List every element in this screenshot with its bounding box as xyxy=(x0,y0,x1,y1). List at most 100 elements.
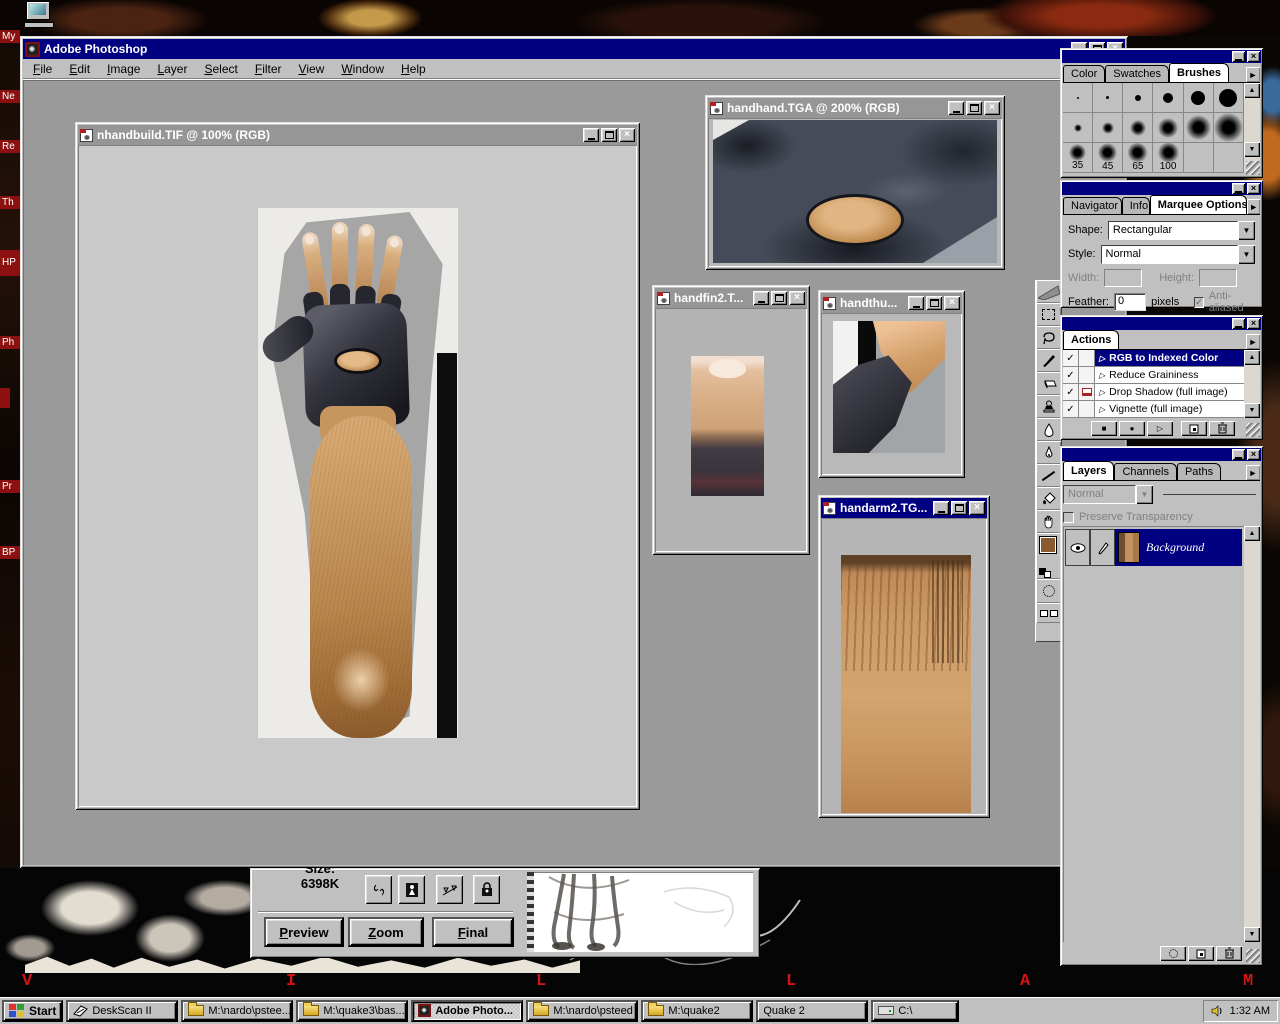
menu-view[interactable]: View xyxy=(299,62,325,76)
menu-edit[interactable]: Edit xyxy=(69,62,90,76)
expander-icon[interactable]: ▷ xyxy=(1099,371,1105,380)
menu-window[interactable]: Window xyxy=(341,62,384,76)
chevron-down-icon[interactable]: ▼ xyxy=(1238,221,1255,240)
close-icon[interactable]: × xyxy=(619,128,635,142)
brush-swatch[interactable]: 100 xyxy=(1153,143,1183,173)
action-row[interactable]: ✓ ▷RGB to Indexed Color xyxy=(1063,350,1244,367)
document-titlebar[interactable]: handhand.TGA @ 200% (RGB) × xyxy=(708,98,1002,118)
color-swatches[interactable] xyxy=(1036,533,1061,579)
lasso-tool-icon[interactable] xyxy=(1036,326,1061,349)
document-window-handfin2[interactable]: handfin2.T... × xyxy=(652,285,810,555)
minimize-button[interactable] xyxy=(1232,318,1245,329)
action-row[interactable]: ✓ ▷Reduce Graininess xyxy=(1063,367,1244,384)
brush-swatch[interactable] xyxy=(1184,113,1214,143)
desktop-icon-label[interactable]: Ne xyxy=(0,90,20,103)
close-icon[interactable]: × xyxy=(969,501,985,515)
rubber-stamp-tool-icon[interactable] xyxy=(1036,395,1061,418)
brush-swatch[interactable]: 45 xyxy=(1093,143,1123,173)
brush-swatch[interactable] xyxy=(1123,113,1153,143)
document-window-nhandbuild[interactable]: nhandbuild.TIF @ 100% (RGB) × xyxy=(75,122,640,810)
brush-swatch[interactable] xyxy=(1153,113,1183,143)
minimize-button[interactable] xyxy=(948,101,964,115)
paint-bucket-tool-icon[interactable] xyxy=(1036,487,1061,510)
quick-mask-icon[interactable] xyxy=(1036,579,1061,603)
document-window-handarm2[interactable]: handarm2.TG... × xyxy=(818,495,990,818)
scroll-down-icon[interactable]: ▼ xyxy=(1244,403,1260,418)
resize-grip[interactable] xyxy=(1246,161,1260,175)
taskbar-item-folder-4[interactable]: M:\quake2 xyxy=(641,1000,753,1022)
scroll-down-icon[interactable]: ▼ xyxy=(1244,142,1260,157)
brush-swatch[interactable] xyxy=(1063,83,1093,113)
minimize-button[interactable] xyxy=(753,291,769,305)
maximize-button[interactable] xyxy=(951,501,967,515)
new-layer-icon[interactable] xyxy=(1188,946,1214,961)
feather-field[interactable]: 0 xyxy=(1114,293,1146,311)
brush-swatch[interactable]: 65 xyxy=(1123,143,1153,173)
photoshop-titlebar[interactable]: Adobe Photoshop × xyxy=(23,39,1125,59)
action-row[interactable]: ✓ ▷Vignette (full image) xyxy=(1063,401,1244,418)
clock[interactable]: 1:32 AM xyxy=(1230,1005,1270,1017)
action-check-icon[interactable]: ✓ xyxy=(1063,384,1079,400)
tab-color[interactable]: Color xyxy=(1063,65,1105,82)
document-titlebar[interactable]: handfin2.T... × xyxy=(655,288,807,308)
mirror-tool-button[interactable] xyxy=(365,875,392,904)
menu-filter[interactable]: Filter xyxy=(255,62,282,76)
menu-image[interactable]: Image xyxy=(107,62,140,76)
menu-help[interactable]: Help xyxy=(401,62,426,76)
tab-paths[interactable]: Paths xyxy=(1177,463,1221,480)
palette-titlebar[interactable]: × xyxy=(1062,50,1261,63)
desktop-icon-label[interactable]: HP xyxy=(0,250,20,276)
trash-icon[interactable] xyxy=(1209,421,1235,436)
action-dialog-toggle[interactable] xyxy=(1079,350,1095,366)
brush-swatch[interactable] xyxy=(1093,113,1123,143)
taskbar-item-folder-2[interactable]: M:\quake3\bas... xyxy=(296,1000,408,1022)
close-icon[interactable]: × xyxy=(1247,183,1260,194)
document-titlebar[interactable]: nhandbuild.TIF @ 100% (RGB) × xyxy=(78,125,637,145)
desktop-icon-partial[interactable] xyxy=(0,388,10,408)
scrollbar[interactable]: ▲ ▼ xyxy=(1244,83,1260,173)
expander-icon[interactable]: ▷ xyxy=(1099,388,1105,397)
palette-titlebar[interactable]: × xyxy=(1062,182,1261,195)
minimize-button[interactable] xyxy=(1232,183,1245,194)
marquee-tool-icon[interactable] xyxy=(1036,303,1061,326)
taskbar-item-folder-3[interactable]: M:\nardo\psteed xyxy=(526,1000,638,1022)
document-titlebar-active[interactable]: handarm2.TG... × xyxy=(821,498,987,518)
close-icon[interactable]: × xyxy=(984,101,1000,115)
palette-titlebar[interactable]: × xyxy=(1062,317,1261,330)
document-window-handthu[interactable]: handthu... × xyxy=(818,290,965,478)
tab-marquee-options[interactable]: Marquee Options xyxy=(1150,195,1248,214)
scroll-down-icon[interactable]: ▼ xyxy=(1244,927,1260,942)
brush-swatch[interactable]: 35 xyxy=(1063,143,1093,173)
edit-brush-icon[interactable] xyxy=(1090,529,1115,566)
scrollbar[interactable]: ▲ ▼ xyxy=(1244,350,1260,418)
layer-mask-icon[interactable] xyxy=(1160,946,1186,961)
tab-channels[interactable]: Channels xyxy=(1114,463,1176,480)
minimize-button[interactable] xyxy=(1232,51,1245,62)
tab-navigator[interactable]: Navigator xyxy=(1063,197,1122,214)
desktop-icon-label[interactable]: Ph xyxy=(0,336,20,349)
scroll-up-icon[interactable]: ▲ xyxy=(1244,526,1260,541)
pen-tool-icon[interactable] xyxy=(1036,441,1061,464)
paintbrush-tool-icon[interactable] xyxy=(1036,349,1061,372)
palette-titlebar[interactable]: × xyxy=(1062,448,1261,461)
brush-swatch[interactable] xyxy=(1063,113,1093,143)
desktop-icon-label[interactable]: BP xyxy=(0,546,20,559)
preview-button[interactable]: Preview xyxy=(264,917,344,947)
maximize-button[interactable] xyxy=(601,128,617,142)
resize-grip[interactable] xyxy=(1246,423,1260,437)
eraser-tool-icon[interactable] xyxy=(1036,372,1061,395)
maximize-button[interactable] xyxy=(966,101,982,115)
scroll-up-icon[interactable]: ▲ xyxy=(1244,350,1260,365)
action-dialog-toggle[interactable] xyxy=(1079,384,1095,400)
document-titlebar[interactable]: handthu... × xyxy=(821,293,962,313)
action-dialog-toggle[interactable] xyxy=(1079,367,1095,383)
desktop-icon-label[interactable]: Pr xyxy=(0,480,20,493)
my-computer-icon[interactable] xyxy=(24,1,54,28)
blur-tool-icon[interactable] xyxy=(1036,418,1061,441)
line-tool-icon[interactable] xyxy=(1036,464,1061,487)
visibility-eye-icon[interactable] xyxy=(1065,529,1090,566)
desktop-icon-label[interactable]: Re xyxy=(0,140,20,153)
palette-menu-icon[interactable]: ► xyxy=(1246,465,1260,480)
stop-icon[interactable]: ■ xyxy=(1091,421,1117,436)
tab-info[interactable]: Info xyxy=(1122,197,1150,214)
